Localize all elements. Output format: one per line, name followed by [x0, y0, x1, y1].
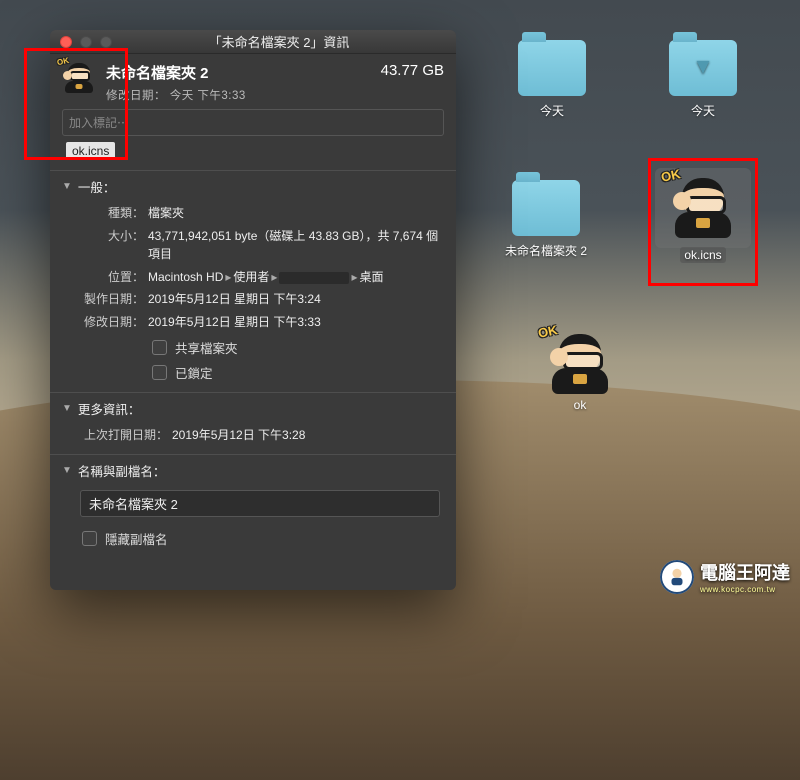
- section-header-general[interactable]: ▼ 一般：: [62, 177, 444, 196]
- value-where: Macintosh HD▸使用者▸▸桌面: [148, 268, 444, 287]
- tags-input[interactable]: 加入標記⋯: [62, 109, 444, 136]
- drag-drop-label: ok.icns: [66, 142, 115, 160]
- desktop-folder-today[interactable]: 今天: [504, 40, 600, 119]
- checkbox-locked-row[interactable]: 已鎖定: [62, 359, 444, 384]
- value-size: 43,771,942,051 byte（磁碟上 43.83 GB），共 7,67…: [148, 227, 444, 264]
- ok-avatar-icon: OK: [671, 174, 735, 238]
- window-controls: [60, 36, 112, 48]
- value-last-opened: 2019年5月12日 下午3:28: [172, 426, 444, 445]
- ok-avatar-icon: OK: [548, 330, 612, 394]
- checkbox-icon: [152, 340, 167, 355]
- info-header-icon[interactable]: OK: [62, 62, 96, 96]
- window-title: 「未命名檔案夾 2」資訊: [112, 32, 446, 51]
- watermark-logo-icon: [660, 560, 694, 594]
- ok-avatar-icon: OK: [63, 61, 95, 93]
- zoom-button[interactable]: [100, 36, 112, 48]
- close-button[interactable]: [60, 36, 72, 48]
- disclosure-triangle-icon: ▼: [62, 181, 72, 192]
- icon-label: 今天: [691, 104, 715, 118]
- info-modified-line: 修改日期： 今天 下午3:33: [106, 87, 246, 103]
- icon-label: 未命名檔案夾 2: [505, 244, 587, 258]
- checkbox-hide-ext-row[interactable]: 隱藏副檔名: [62, 525, 444, 550]
- icon-label: ok.icns: [680, 247, 725, 263]
- folder-icon: [518, 40, 586, 96]
- checkbox-icon: [152, 365, 167, 380]
- desktop-file-ok-icns[interactable]: OK ok.icns: [655, 168, 751, 262]
- info-size: 43.77 GB: [381, 62, 444, 79]
- checkbox-icon: [82, 531, 97, 546]
- disclosure-triangle-icon: ▼: [62, 403, 72, 414]
- section-header-nameext[interactable]: ▼ 名稱與副檔名：: [62, 461, 444, 480]
- desktop-folder-unnamed[interactable]: 未命名檔案夾 2: [498, 180, 594, 259]
- desktop-folder-download[interactable]: 今天: [655, 40, 751, 119]
- minimize-button[interactable]: [80, 36, 92, 48]
- redacted-segment: [279, 272, 349, 284]
- folder-download-icon: [669, 40, 737, 96]
- icon-label: ok: [574, 398, 587, 412]
- value-modified: 2019年5月12日 星期日 下午3:33: [148, 313, 444, 332]
- watermark: 電腦王阿達 www.kocpc.com.tw: [660, 559, 790, 594]
- info-header: OK 未命名檔案夾 2 修改日期： 今天 下午3:33 43.77 GB: [50, 54, 456, 107]
- titlebar[interactable]: 「未命名檔案夾 2」資訊: [50, 30, 456, 54]
- section-name-ext: ▼ 名稱與副檔名： 隱藏副檔名: [50, 454, 456, 558]
- folder-icon: [512, 180, 580, 236]
- value-kind: 檔案夾: [148, 204, 444, 223]
- tags-placeholder: 加入標記⋯: [69, 116, 129, 130]
- checkbox-shared-row[interactable]: 共享檔案夾: [62, 334, 444, 359]
- disclosure-triangle-icon: ▼: [62, 465, 72, 476]
- desktop-folder-ok[interactable]: OK ok: [532, 330, 628, 412]
- value-created: 2019年5月12日 星期日 下午3:24: [148, 290, 444, 309]
- info-item-name: 未命名檔案夾 2: [106, 62, 246, 83]
- icon-label: 今天: [540, 104, 564, 118]
- section-general: ▼ 一般： 種類 檔案夾 大小 43,771,942,051 byte（磁碟上 …: [50, 170, 456, 392]
- get-info-window: 「未命名檔案夾 2」資訊 OK 未命名檔案夾 2 修改日期： 今天 下午3:33…: [50, 30, 456, 590]
- section-header-more[interactable]: ▼ 更多資訊：: [62, 399, 444, 418]
- section-more-info: ▼ 更多資訊： 上次打開日期 2019年5月12日 下午3:28: [50, 392, 456, 455]
- filename-input[interactable]: [80, 490, 440, 517]
